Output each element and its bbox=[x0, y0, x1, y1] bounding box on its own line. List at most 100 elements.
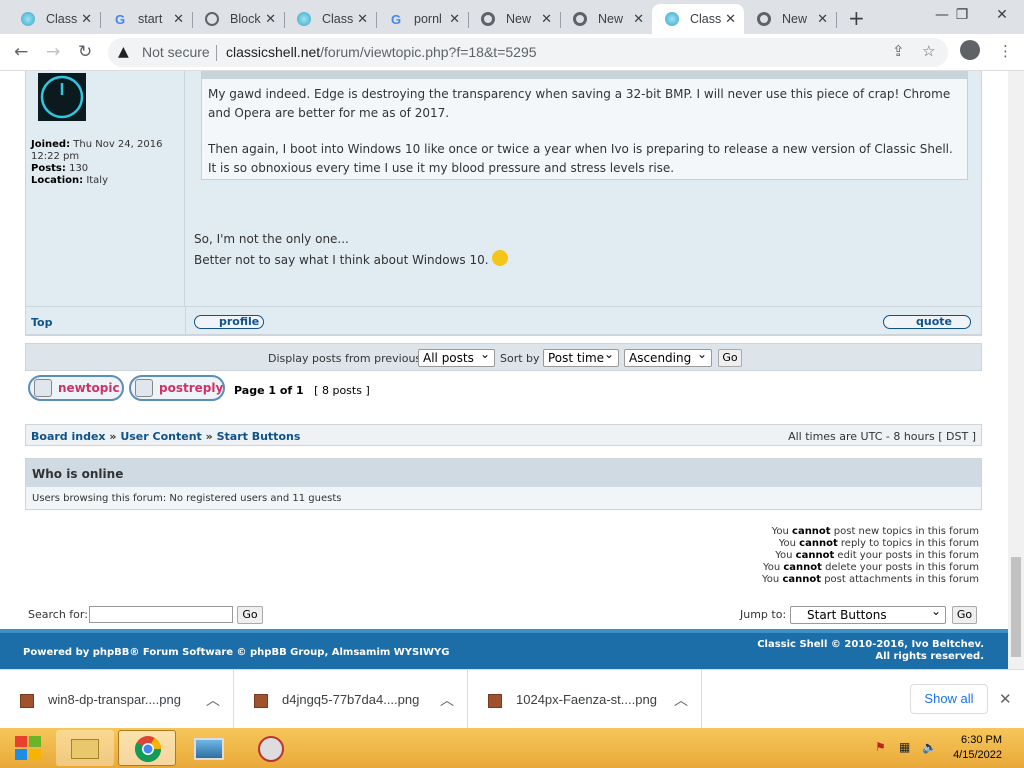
classic-shell-favicon bbox=[296, 11, 312, 27]
post-reply-icon bbox=[135, 379, 153, 397]
chrome-icon bbox=[134, 736, 162, 763]
chrome-taskbar-button[interactable] bbox=[118, 730, 176, 766]
footer-copyright: Classic Shell © 2010-2016, Ivo Beltchev.… bbox=[757, 639, 984, 662]
chrome-icon bbox=[480, 11, 496, 27]
breadcrumb-start-buttons[interactable]: Start Buttons bbox=[217, 430, 301, 443]
permission-line: You cannot post new topics in this forum bbox=[771, 526, 979, 537]
display-go-button[interactable]: Go bbox=[718, 349, 742, 367]
volume-icon[interactable]: 🔈 bbox=[922, 740, 937, 754]
tab-title: start bbox=[138, 12, 163, 26]
system-clock[interactable]: 6:30 PM 4/15/2022 bbox=[953, 733, 1002, 763]
network-icon[interactable]: ▦ bbox=[899, 740, 910, 754]
tab[interactable]: New ✕ bbox=[468, 4, 561, 34]
tab[interactable]: Gpornl ✕ bbox=[376, 4, 469, 34]
close-window-icon[interactable]: ✕ bbox=[986, 0, 1018, 30]
avatar bbox=[38, 73, 86, 121]
permission-line: You cannot reply to topics in this forum bbox=[778, 538, 979, 549]
jump-to-select[interactable]: Start Buttons bbox=[790, 604, 946, 624]
flag-icon[interactable]: ⚑ bbox=[875, 740, 886, 754]
tab[interactable]: Class ✕ bbox=[284, 4, 377, 34]
globe-icon bbox=[204, 11, 220, 27]
tab-close-icon[interactable]: ✕ bbox=[633, 11, 644, 27]
quote-paragraph: Then again, I boot into Windows 10 like … bbox=[208, 142, 953, 175]
vertical-scrollbar[interactable] bbox=[1008, 71, 1024, 669]
jump-label: Jump to: bbox=[740, 608, 787, 621]
chevron-up-icon[interactable]: ︿ bbox=[440, 690, 454, 710]
tab-close-icon[interactable]: ✕ bbox=[541, 11, 552, 27]
picture-icon bbox=[194, 738, 224, 760]
search-go-button[interactable]: Go bbox=[237, 606, 263, 624]
tools-taskbar-button[interactable] bbox=[242, 730, 300, 766]
profile-button[interactable]: profile bbox=[194, 315, 264, 329]
evil-grin-emoji-icon bbox=[492, 250, 509, 266]
quote-block: My gawd indeed. Edge is destroying the t… bbox=[201, 71, 968, 180]
display-label: Display posts from previous: bbox=[268, 352, 425, 365]
tab[interactable]: Gstart ✕ bbox=[100, 4, 193, 34]
search-input[interactable] bbox=[89, 606, 233, 623]
download-item[interactable]: 1024px-Faenza-st....png ︿ bbox=[468, 670, 702, 729]
sort-by-select[interactable]: Post time bbox=[543, 347, 619, 367]
divider bbox=[216, 45, 217, 61]
permissions-list: You cannot post new topics in this forum… bbox=[762, 526, 979, 586]
back-icon[interactable]: ← bbox=[14, 42, 28, 62]
download-filename: win8-dp-transpar....png bbox=[48, 692, 181, 707]
post-line: So, I'm not the only one... bbox=[194, 232, 349, 246]
tab-close-icon[interactable]: ✕ bbox=[81, 11, 92, 27]
tab[interactable]: Class ✕ bbox=[8, 4, 101, 34]
who-is-online-title: Who is online bbox=[26, 459, 981, 487]
post-action-bar: Top profile quote bbox=[25, 306, 982, 335]
google-icon: G bbox=[390, 11, 402, 27]
reload-icon[interactable]: ↻ bbox=[78, 42, 92, 62]
tab[interactable]: New ✕ bbox=[560, 4, 653, 34]
start-button[interactable] bbox=[4, 730, 50, 766]
top-link[interactable]: Top bbox=[31, 316, 52, 329]
bookmark-star-icon[interactable]: ☆ bbox=[922, 42, 935, 60]
restore-icon[interactable]: ❐ bbox=[946, 0, 978, 30]
post-reply-button[interactable]: postreply bbox=[129, 375, 225, 401]
downloads-bar: win8-dp-transpar....png ︿ d4jngq5-77b7da4.… bbox=[0, 669, 1024, 729]
url-text[interactable]: classicshell.net/forum/viewtopic.php?f=1… bbox=[226, 44, 537, 60]
new-topic-button[interactable]: newtopic bbox=[28, 375, 124, 401]
google-icon: G bbox=[114, 11, 126, 27]
tab-close-icon[interactable]: ✕ bbox=[725, 11, 736, 27]
file-explorer-taskbar-button[interactable] bbox=[56, 730, 114, 766]
new-tab-button[interactable]: + bbox=[848, 6, 865, 30]
quote-paragraph: My gawd indeed. Edge is destroying the t… bbox=[208, 87, 951, 120]
divider bbox=[836, 12, 837, 28]
tab-close-icon[interactable]: ✕ bbox=[265, 11, 276, 27]
image-file-icon bbox=[254, 694, 268, 708]
download-item[interactable]: win8-dp-transpar....png ︿ bbox=[0, 670, 234, 729]
classic-shell-favicon bbox=[664, 11, 680, 27]
share-icon[interactable]: ⇪ bbox=[892, 42, 905, 60]
tab[interactable]: Block ✕ bbox=[192, 4, 285, 34]
chevron-up-icon[interactable]: ︿ bbox=[674, 690, 688, 710]
tab[interactable]: New ✕ bbox=[744, 4, 837, 34]
tab-close-icon[interactable]: ✕ bbox=[357, 11, 368, 27]
chevron-up-icon[interactable]: ︿ bbox=[206, 690, 220, 710]
tab-close-icon[interactable]: ✕ bbox=[817, 11, 828, 27]
tab[interactable]: Class ✕ bbox=[652, 4, 744, 34]
photos-taskbar-button[interactable] bbox=[180, 730, 238, 766]
sort-order-select[interactable]: Ascending bbox=[624, 347, 712, 367]
classic-shell-favicon bbox=[20, 11, 36, 27]
breadcrumb-board-index[interactable]: Board index bbox=[31, 430, 106, 443]
omnibox[interactable]: ▲ Not secure classicshell.net/forum/view… bbox=[108, 38, 948, 67]
tab-close-icon[interactable]: ✕ bbox=[173, 11, 184, 27]
image-file-icon bbox=[20, 694, 34, 708]
page-viewport: Joined: Thu Nov 24, 2016 12:22 pm Posts:… bbox=[0, 71, 1008, 669]
tab-close-icon[interactable]: ✕ bbox=[449, 11, 460, 27]
tools-icon bbox=[258, 736, 284, 762]
scrollbar-thumb[interactable] bbox=[1011, 557, 1021, 657]
jump-go-button[interactable]: Go bbox=[952, 606, 977, 624]
close-downloads-icon[interactable]: ✕ bbox=[999, 690, 1012, 708]
quote-button[interactable]: quote bbox=[883, 315, 971, 329]
display-options-bar: Display posts from previous: All posts S… bbox=[25, 343, 982, 371]
forward-icon[interactable]: → bbox=[46, 42, 60, 62]
posts-filter-select[interactable]: All posts bbox=[418, 347, 495, 367]
show-all-button[interactable]: Show all bbox=[910, 684, 988, 714]
profile-avatar-icon[interactable] bbox=[960, 40, 980, 60]
download-item[interactable]: d4jngq5-77b7da4....png ︿ bbox=[234, 670, 468, 729]
menu-kebab-icon[interactable]: ⋮ bbox=[998, 42, 1013, 60]
post-container: Joined: Thu Nov 24, 2016 12:22 pm Posts:… bbox=[25, 71, 982, 336]
breadcrumb-user-content[interactable]: User Content bbox=[120, 430, 201, 443]
